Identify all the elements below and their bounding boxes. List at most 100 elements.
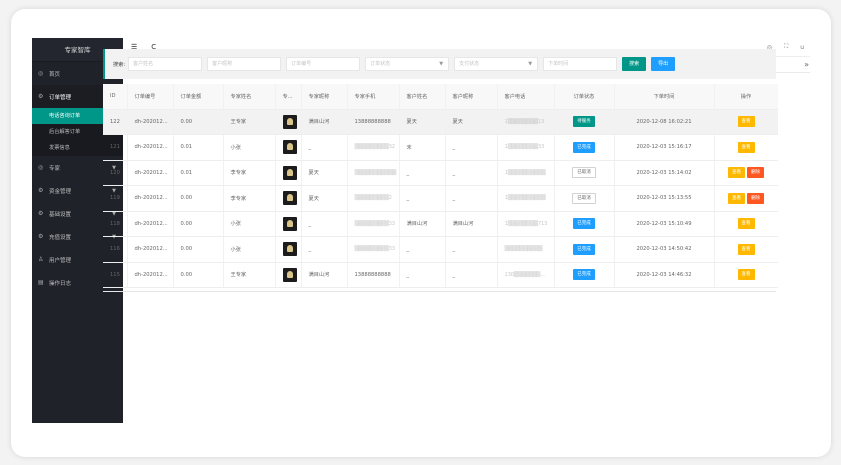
cell-amount: 0.00: [173, 185, 224, 212]
sidebar-item-icon: ⚙: [38, 233, 44, 240]
table-row[interactable]: 121 dh-202012... 0.01 小张 _ ▒▒▒▒▒▒▒▒▒32 末 _ 1▒▒▒▒…: [103, 134, 778, 161]
cell-cust_name: _: [399, 185, 446, 212]
table-row[interactable]: 119 dh-202012... 0.00 李专家 夏天 ▒▒▒▒▒▒▒▒▒2 _ _ 1▒▒▒…: [103, 185, 778, 212]
cell-nickname: _: [301, 134, 348, 161]
column-header: 下单时间: [614, 84, 715, 110]
export-button[interactable]: 导出: [651, 57, 676, 71]
cell-amount: 0.00: [173, 262, 224, 288]
view-button[interactable]: 查看: [737, 141, 755, 153]
cell-time: 2020-12-03 14:50:42: [614, 236, 715, 263]
search-field-placeholder: 订单编号: [291, 61, 312, 67]
cell-expert: 李专家: [223, 185, 276, 212]
cell-time: 2020-12-03 15:10:49: [614, 211, 715, 237]
table-row[interactable]: 122 dh-202012... 0.00 王专家 满目山河 13888888888 夏天夏…: [103, 109, 778, 135]
cell-order_no: dh-202012...: [127, 236, 174, 263]
search-field-placeholder: 订单状态: [370, 61, 391, 67]
fullscreen-icon[interactable]: ⛶: [784, 43, 788, 51]
table-row[interactable]: 116 dh-202012... 0.00 小张 _ ▒▒▒▒▒▒▒▒▒33 _ _ ▒▒▒▒▒…: [103, 236, 778, 263]
cell-actions: 查看 删除: [714, 160, 778, 186]
view-button[interactable]: 查看: [737, 116, 755, 128]
cell-id: 122: [103, 109, 128, 135]
column-header: 专家姓名: [223, 84, 276, 110]
avatar: [282, 140, 297, 155]
cell-time: 2020-12-03 15:14:02: [614, 160, 715, 186]
table-row[interactable]: 115 dh-202012... 0.00 王专家 满目山河 13888888888 _ _ 1…: [103, 262, 778, 288]
search-field-1[interactable]: 客户昵称: [207, 57, 282, 71]
view-button[interactable]: 查看: [728, 192, 745, 204]
search-field-placeholder: 下单时间: [548, 61, 569, 67]
search-field-5[interactable]: 下单时间: [543, 57, 618, 71]
column-header: 客户姓名: [399, 84, 446, 110]
view-button[interactable]: 查看: [737, 269, 755, 281]
sidebar-item-label: 首页: [49, 71, 61, 78]
search-label: 搜索:: [113, 61, 126, 68]
view-button[interactable]: 查看: [728, 167, 745, 179]
search-field-4[interactable]: 支付状态 ▼: [454, 57, 539, 71]
chevron-down-icon: ▼: [528, 61, 533, 67]
cell-cust_name: 满目山河: [399, 211, 446, 237]
expert-avatar-cell: [275, 134, 302, 161]
sidebar-item-label: 用户管理: [49, 257, 72, 264]
cell-cust_nick: _: [445, 262, 498, 288]
table-row[interactable]: 120 dh-202012... 0.01 李专家 夏天 ▒▒▒▒▒▒▒▒▒▒▒ _ _ 1▒▒…: [103, 160, 778, 186]
cell-cust_name: _: [399, 262, 446, 288]
cell-cust_name: _: [399, 160, 446, 186]
search-field-3[interactable]: 订单状态 ▼: [365, 57, 450, 71]
cell-id: 116: [103, 236, 128, 263]
search-field-0[interactable]: 客户姓名: [128, 57, 203, 71]
cell-cust_phone: 1▒▒▒▒▒▒▒▒13: [497, 109, 555, 135]
sidebar-item-label: 订单管理: [49, 94, 72, 101]
search-button[interactable]: 搜索: [622, 57, 647, 71]
cell-expert: 李专家: [223, 160, 276, 186]
cell-nickname: 满目山河: [301, 262, 348, 288]
view-button[interactable]: 查看: [737, 243, 755, 255]
column-header: 客户电话: [497, 84, 555, 110]
sidebar-item-label: 充值设置: [49, 234, 72, 241]
cell-expert: 小张: [223, 211, 276, 237]
cell-time: 2020-12-03 14:46:32: [614, 262, 715, 288]
cell-amount: 0.00: [173, 211, 224, 237]
search-field-placeholder: 客户昵称: [212, 61, 233, 67]
sidebar-item-icon: ▤: [38, 279, 44, 286]
delete-button[interactable]: 删除: [747, 167, 764, 179]
cell-cust_phone: 1▒▒▒▒▒▒▒▒713: [497, 211, 555, 237]
table-body: 122 dh-202012... 0.00 王专家 满目山河 13888888888 夏天夏…: [103, 109, 778, 288]
chevron-down-icon: ▼: [439, 61, 444, 67]
avatar: [282, 165, 297, 180]
expert-avatar-cell: [275, 211, 302, 237]
cell-id: 121: [103, 134, 128, 161]
column-header: 订单编号: [127, 84, 174, 110]
search-field-2[interactable]: 订单编号: [286, 57, 361, 71]
table-header: ID 订单编号 订单金额 专家姓名 专... 专家昵称 专家手机 客户姓名 客户昵称 客户电话 订单…: [103, 84, 778, 110]
cell-amount: 0.01: [173, 134, 224, 161]
expert-avatar-cell: [275, 160, 302, 186]
cell-nickname: _: [301, 236, 348, 263]
cell-nickname: _: [301, 211, 348, 237]
sidebar-item-icon: ⚙: [38, 187, 44, 194]
table-row[interactable]: 118 dh-202012... 0.00 小张 _ ▒▒▒▒▒▒▒▒▒33 满目山河 满目山…: [103, 211, 778, 237]
avatar: [282, 216, 297, 231]
cell-cust_name: 末: [399, 134, 446, 161]
cell-phone: 13888888888: [347, 109, 400, 135]
delete-button[interactable]: 删除: [747, 192, 764, 204]
cell-order_no: dh-202012...: [127, 211, 174, 237]
column-header: 客户昵称: [445, 84, 498, 110]
column-header: 订单金额: [173, 84, 224, 110]
view-button[interactable]: 查看: [737, 218, 755, 230]
cell-expert: 王专家: [223, 262, 276, 288]
cell-cust_phone: 1▒▒▒▒▒▒▒▒▒▒: [497, 160, 555, 186]
sidebar-item-icon: ◎: [38, 70, 44, 77]
cell-order_no: dh-202012...: [127, 160, 174, 186]
orders-table: ID 订单编号 订单金额 专家姓名 专... 专家昵称 专家手机 客户姓名 客户昵称 客户电话 订单…: [103, 84, 778, 289]
user-icon[interactable]: u: [800, 44, 804, 51]
cell-time: 2020-12-08 16:02:21: [614, 109, 715, 135]
sidebar-item-label: 专家: [49, 165, 61, 172]
status-badge: 已完成: [573, 269, 595, 281]
status-badge: 待服务: [573, 116, 595, 128]
table-bottom-divider: [103, 291, 776, 292]
column-header: 专...: [275, 84, 302, 110]
cell-actions: 查看: [714, 211, 778, 237]
status-badge: 已取消: [572, 192, 596, 204]
tabs-next-icon[interactable]: »: [804, 60, 809, 69]
cell-phone: ▒▒▒▒▒▒▒▒▒33: [347, 211, 400, 237]
